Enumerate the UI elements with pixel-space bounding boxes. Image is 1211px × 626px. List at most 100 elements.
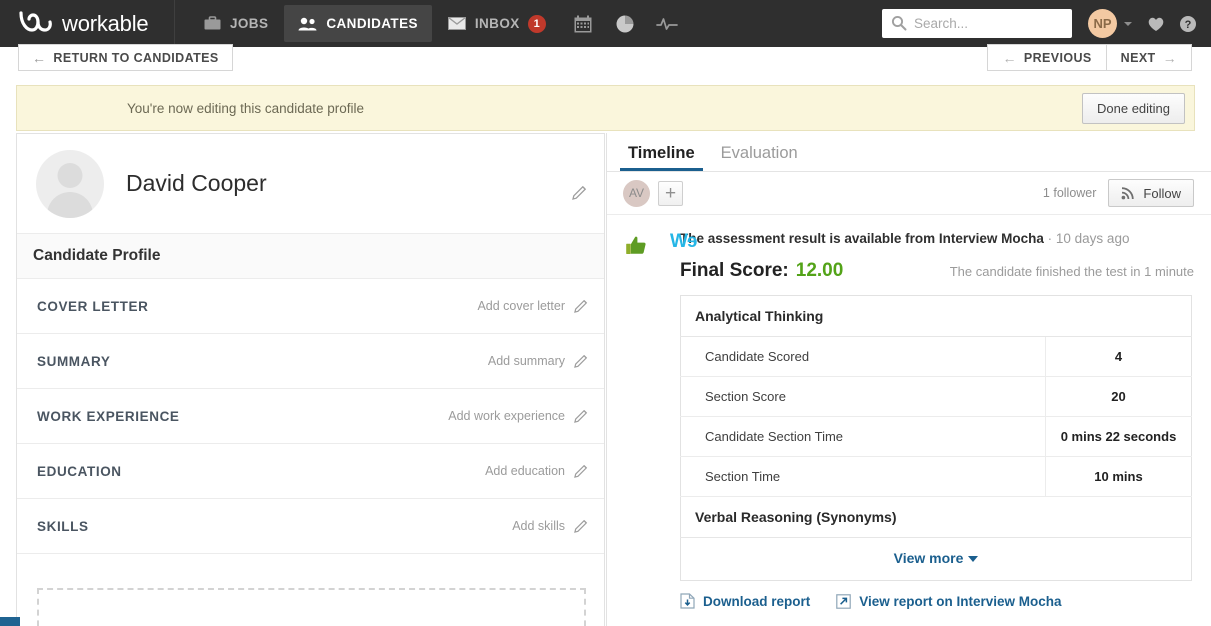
view-report-label: View report on Interview Mocha bbox=[859, 593, 1062, 609]
event-timestamp: · 10 days ago bbox=[1043, 231, 1130, 246]
nav-item-jobs[interactable]: JOBS bbox=[190, 5, 282, 42]
timeline-event-assessment: The assessment result is available from … bbox=[607, 215, 1211, 609]
profile-row-summary: SUMMARY Add summary bbox=[17, 334, 604, 389]
editing-banner: You're now editing this candidate profil… bbox=[16, 85, 1195, 131]
previous-candidate-button[interactable]: ← PREVIOUS bbox=[987, 44, 1107, 71]
candidate-profile-section-header: Candidate Profile bbox=[17, 234, 604, 279]
skills-label: SKILLS bbox=[37, 518, 89, 534]
edit-name-pencil-icon[interactable] bbox=[572, 185, 587, 200]
nav-item-inbox-label: INBOX bbox=[474, 16, 520, 31]
candidate-pager: ← PREVIOUS NEXT → bbox=[987, 44, 1192, 71]
candidate-profile-title: Candidate Profile bbox=[33, 247, 161, 264]
tab-timeline-label: Timeline bbox=[628, 144, 695, 162]
event-text-block: The assessment result is available from … bbox=[669, 229, 1194, 248]
add-follower-button[interactable]: + bbox=[658, 180, 683, 206]
horizontal-scrollbar-thumb[interactable] bbox=[0, 617, 20, 626]
add-follower-label: + bbox=[664, 182, 677, 204]
tab-evaluation[interactable]: Evaluation bbox=[713, 144, 806, 171]
table-row: Candidate Scored 4 bbox=[680, 336, 1192, 377]
external-link-icon bbox=[836, 593, 852, 609]
done-editing-label: Done editing bbox=[1097, 101, 1170, 116]
next-label: NEXT bbox=[1120, 50, 1156, 65]
nav-right-cluster: NP ? bbox=[882, 9, 1211, 38]
workable-logo[interactable]: workable bbox=[0, 0, 175, 47]
group-title-analytical-thinking: Analytical Thinking bbox=[680, 295, 1192, 337]
followers-row: AV + 1 follower Follow bbox=[607, 172, 1211, 215]
nav-item-candidates-label: CANDIDATES bbox=[326, 16, 418, 31]
next-candidate-button[interactable]: NEXT → bbox=[1106, 44, 1192, 71]
add-work-experience-action[interactable]: Add work experience bbox=[448, 409, 588, 423]
assessment-report-table: Analytical Thinking Candidate Scored 4 S… bbox=[680, 295, 1192, 581]
user-avatar[interactable]: NP bbox=[1088, 9, 1117, 38]
download-file-icon bbox=[680, 593, 695, 609]
return-to-candidates-label: RETURN TO CANDIDATES bbox=[53, 50, 219, 65]
download-report-link[interactable]: Download report bbox=[680, 593, 810, 609]
sub-toolbar: ← RETURN TO CANDIDATES ← PREVIOUS NEXT → bbox=[0, 44, 1211, 79]
view-report-external-link[interactable]: View report on Interview Mocha bbox=[836, 593, 1062, 609]
chevron-down-icon bbox=[968, 556, 979, 563]
education-label: EDUCATION bbox=[37, 463, 122, 479]
search-box[interactable] bbox=[882, 9, 1072, 38]
candidate-header: David Cooper bbox=[17, 134, 604, 234]
add-summary-label: Add summary bbox=[487, 354, 565, 368]
row-key-section-score: Section Score bbox=[680, 376, 1046, 417]
add-skills-label: Add skills bbox=[512, 519, 565, 533]
pie-chart-icon[interactable] bbox=[604, 5, 646, 42]
panel-tabs: Timeline Evaluation bbox=[607, 133, 1211, 172]
add-work-experience-label: Add work experience bbox=[448, 409, 565, 423]
view-more-row: View more bbox=[680, 537, 1192, 581]
search-input[interactable] bbox=[912, 11, 1062, 36]
report-group-analytical-thinking: Analytical Thinking bbox=[680, 295, 1192, 337]
tab-evaluation-label: Evaluation bbox=[720, 144, 798, 162]
nav-item-inbox[interactable]: INBOX 1 bbox=[434, 5, 560, 42]
thumbs-up-icon bbox=[624, 234, 648, 263]
profile-row-cover-letter: COVER LETTER Add cover letter bbox=[17, 279, 604, 334]
candidate-avatar-placeholder bbox=[36, 149, 104, 218]
tab-timeline[interactable]: Timeline bbox=[620, 144, 703, 171]
download-report-label: Download report bbox=[703, 593, 811, 609]
candidate-name: David Cooper bbox=[126, 170, 267, 196]
follower-avatar[interactable]: AV bbox=[623, 179, 650, 207]
nav-item-candidates[interactable]: CANDIDATES bbox=[284, 5, 432, 42]
add-cover-letter-action[interactable]: Add cover letter bbox=[477, 299, 588, 313]
arrow-left-icon: ← bbox=[32, 49, 47, 66]
final-score-row: Final Score: 12.00 The candidate finishe… bbox=[669, 260, 1194, 282]
attachment-dropzone[interactable] bbox=[37, 588, 586, 626]
final-score-value: 12.00 bbox=[795, 260, 844, 281]
add-skills-action[interactable]: Add skills bbox=[512, 519, 588, 533]
follower-avatar-initials: AV bbox=[628, 186, 645, 200]
row-value-section-score: 20 bbox=[1045, 376, 1192, 417]
avatar-body-shape bbox=[47, 191, 93, 218]
view-more-button[interactable]: View more bbox=[894, 550, 979, 566]
svg-text:?: ? bbox=[1185, 19, 1192, 31]
interview-mocha-logo: eW bbox=[671, 231, 698, 252]
workable-candidate-profile-page: workable JOBS CANDIDATES INBOX 1 Search.… bbox=[0, 0, 1211, 626]
return-to-candidates-button[interactable]: ← RETURN TO CANDIDATES bbox=[18, 44, 233, 71]
edit-pencil-icon bbox=[574, 464, 588, 478]
follower-count: 1 follower bbox=[1042, 186, 1097, 200]
briefcase-icon bbox=[204, 16, 221, 31]
done-editing-button[interactable]: Done editing bbox=[1082, 93, 1185, 124]
edit-pencil-icon bbox=[574, 299, 588, 313]
inbox-badge: 1 bbox=[527, 14, 546, 33]
heart-icon[interactable] bbox=[1147, 16, 1165, 32]
table-row: Section Score 20 bbox=[680, 376, 1192, 417]
profile-row-work-experience: WORK EXPERIENCE Add work experience bbox=[17, 389, 604, 444]
add-education-action[interactable]: Add education bbox=[485, 464, 588, 478]
add-summary-action[interactable]: Add summary bbox=[488, 354, 588, 368]
table-row: Candidate Section Time 0 mins 22 seconds bbox=[680, 416, 1192, 457]
row-value-candidate-scored: 4 bbox=[1045, 336, 1192, 377]
calendar-icon[interactable] bbox=[562, 5, 604, 42]
activity-pulse-icon[interactable] bbox=[646, 5, 688, 42]
chevron-down-icon[interactable] bbox=[1124, 21, 1132, 26]
help-circle-icon[interactable]: ? bbox=[1179, 15, 1197, 33]
profile-row-skills: SKILLS Add skills bbox=[17, 499, 604, 554]
add-cover-letter-label: Add cover letter bbox=[477, 299, 565, 313]
follow-button[interactable]: Follow bbox=[1108, 179, 1194, 207]
edit-pencil-icon bbox=[574, 519, 588, 533]
row-key-candidate-section-time: Candidate Section Time bbox=[680, 416, 1046, 457]
timeline-panel: Timeline Evaluation AV + 1 follower Foll… bbox=[606, 133, 1211, 626]
workable-wordmark: workable bbox=[62, 10, 149, 36]
primary-nav: JOBS CANDIDATES INBOX 1 bbox=[190, 0, 688, 47]
editing-banner-message: You're now editing this candidate profil… bbox=[127, 100, 364, 116]
